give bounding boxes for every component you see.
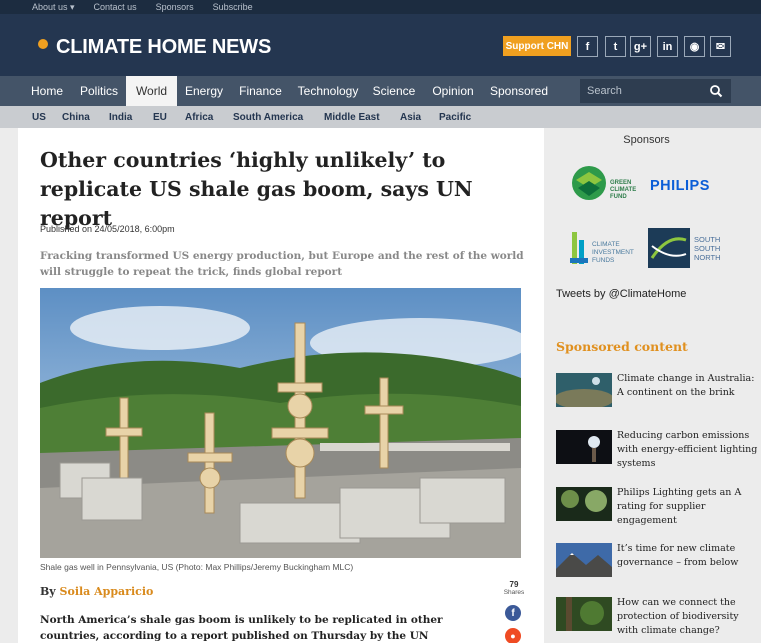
cif-line-3: FUNDS — [592, 257, 615, 264]
region-india[interactable]: India — [109, 106, 132, 128]
green-climate-fund-logo-icon — [572, 166, 606, 200]
sponsored-item[interactable]: How can we connect the protection of bio… — [556, 597, 756, 642]
climate-investment-funds-logo-icon — [570, 232, 588, 264]
sponsor-philips[interactable]: PHILIPS — [650, 178, 710, 194]
linkedin-icon[interactable]: in — [657, 36, 678, 57]
facebook-icon[interactable]: f — [577, 36, 598, 57]
sponsors-link[interactable]: Sponsors — [156, 2, 194, 12]
sidebar: Sponsors GREEN CLIMATE FUND PHILIPS CLIM… — [544, 128, 761, 643]
sponsored-thumb-lighting — [556, 430, 612, 464]
article-headline: Other countries ‘highly unlikely’ to rep… — [40, 148, 473, 230]
sponsored-item[interactable]: It’s time for new climate governance – f… — [556, 543, 756, 588]
nav-sponsored[interactable]: Sponsored — [486, 76, 552, 106]
shale-gas-well-photo — [40, 288, 521, 558]
region-us[interactable]: US — [32, 106, 46, 128]
region-pacific[interactable]: Pacific — [439, 106, 471, 128]
region-asia[interactable]: Asia — [400, 106, 421, 128]
cif-line-2: INVESTMENT — [592, 249, 634, 256]
south-south-north-logo-icon — [648, 228, 690, 268]
article: Other countries ‘highly unlikely’ to rep… — [18, 128, 544, 643]
nav-finance[interactable]: Finance — [233, 76, 288, 106]
nav-opinion[interactable]: Opinion — [425, 76, 481, 106]
sponsored-item[interactable]: Reducing carbon emissions with energy-ef… — [556, 429, 759, 475]
gcf-line-3: FUND — [610, 193, 627, 200]
search-box — [580, 79, 731, 103]
author-link[interactable]: Soila Apparicio — [60, 585, 154, 598]
twitter-icon[interactable]: t — [605, 36, 626, 57]
sponsored-thumb-reef — [556, 373, 612, 407]
tweets-link[interactable]: Tweets by @ClimateHome — [556, 288, 686, 300]
nav-home[interactable]: Home — [25, 76, 69, 106]
rss-icon[interactable]: ◉ — [684, 36, 705, 57]
nav-science[interactable]: Science — [368, 76, 420, 106]
sponsored-title[interactable]: It’s time for new climate governance – f… — [617, 542, 759, 570]
article-standfirst: Fracking transformed US energy productio… — [40, 250, 524, 278]
support-chn-button[interactable]: Support CHN — [503, 36, 571, 56]
main-nav: Home Politics World Energy Finance Techn… — [0, 76, 761, 106]
subscribe-link[interactable]: Subscribe — [213, 2, 253, 12]
search-icon[interactable] — [709, 84, 723, 98]
sponsor-green-climate-fund[interactable]: GREEN CLIMATE FUND — [570, 164, 636, 202]
region-middle-east[interactable]: Middle East — [324, 106, 380, 128]
gcf-line-2: CLIMATE — [610, 186, 637, 193]
region-nav: US China India EU Africa South America M… — [0, 106, 761, 128]
nav-world[interactable]: World — [126, 76, 177, 106]
sponsored-item[interactable]: Climate change in Australia: A continent… — [556, 373, 756, 418]
contact-us-link[interactable]: Contact us — [94, 2, 137, 12]
sponsored-title[interactable]: Reducing carbon emissions with energy-ef… — [617, 429, 759, 471]
site-header: CLIMATE HOME NEWS Support CHN f t g+ in … — [0, 14, 761, 76]
nav-technology[interactable]: Technology — [292, 76, 364, 106]
reddit-share-icon[interactable]: ● — [505, 628, 521, 643]
sponsored-item[interactable]: Philips Lighting gets an A rating for su… — [556, 487, 756, 532]
byline: By Soila Apparicio — [40, 585, 153, 598]
about-us-link[interactable]: About us ▾ — [32, 2, 75, 13]
shares-count: 79 — [509, 580, 519, 589]
region-eu[interactable]: EU — [153, 106, 167, 128]
site-brand[interactable]: CLIMATE HOME NEWS — [56, 36, 271, 59]
cif-line-1: CLIMATE — [592, 241, 620, 248]
sponsored-thumb-forest — [556, 597, 612, 631]
ssn-line-1: SOUTH — [694, 234, 721, 244]
region-south-america[interactable]: South America — [233, 106, 303, 128]
region-africa[interactable]: Africa — [185, 106, 213, 128]
sponsored-title[interactable]: Philips Lighting gets an A rating for su… — [617, 486, 759, 528]
google-plus-icon[interactable]: g+ — [630, 36, 651, 57]
byline-prefix: By — [40, 585, 56, 598]
sponsor-climate-investment-funds[interactable]: CLIMATE INVESTMENT FUNDS — [570, 228, 634, 268]
sponsored-thumb-trees — [556, 487, 612, 521]
sponsored-thumb-mountains — [556, 543, 612, 577]
article-lead: North America’s shale gas boom is unlike… — [40, 614, 443, 642]
photo-caption: Shale gas well in Pennsylvania, US (Phot… — [40, 562, 354, 572]
sponsor-south-south-north[interactable]: SOUTH SOUTH NORTH — [648, 228, 721, 268]
nav-energy[interactable]: Energy — [179, 76, 229, 106]
utility-bar: About us ▾ Contact us Sponsors Subscribe — [0, 0, 761, 14]
sponsored-content-heading: Sponsored content — [556, 339, 688, 354]
shares-label: Shares — [503, 589, 525, 596]
search-input[interactable] — [587, 85, 707, 97]
sponsored-title[interactable]: How can we connect the protection of bio… — [617, 596, 759, 638]
ssn-line-3: NORTH — [694, 252, 721, 262]
sponsored-title[interactable]: Climate change in Australia: A continent… — [617, 372, 759, 400]
published-date: Published on 24/05/2018, 6:00pm — [40, 224, 175, 234]
sponsors-title: Sponsors — [623, 134, 670, 146]
ssn-line-2: SOUTH — [694, 243, 721, 253]
climate-home-logo-icon[interactable] — [22, 24, 58, 64]
region-china[interactable]: China — [62, 106, 90, 128]
facebook-share-icon[interactable]: f — [505, 605, 521, 621]
email-icon[interactable]: ✉ — [710, 36, 731, 57]
gcf-line-1: GREEN — [610, 179, 632, 186]
nav-politics[interactable]: Politics — [73, 76, 125, 106]
